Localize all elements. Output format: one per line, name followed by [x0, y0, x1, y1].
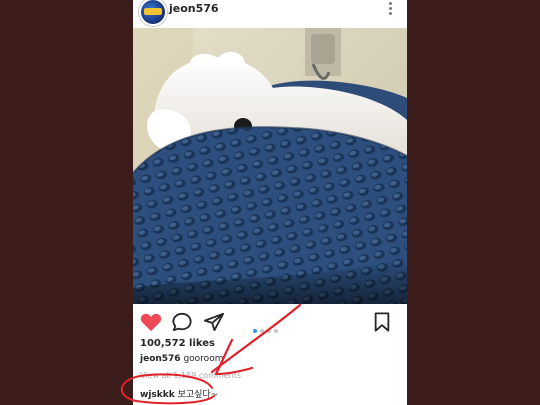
comment-text: 보고싶다~: [177, 390, 219, 400]
avatar-logo: [144, 8, 162, 15]
instagram-post: jeon576 100,572 likes jeon576 gooroom Vi…: [133, 0, 407, 405]
carousel-dot: [260, 328, 264, 333]
caption-username[interactable]: jeon576: [140, 354, 181, 364]
caption-text: gooroom: [183, 354, 224, 364]
comment-username[interactable]: wjskkk: [140, 390, 175, 400]
post-actions: [133, 304, 407, 338]
share-icon[interactable]: [203, 312, 225, 332]
post-photo[interactable]: [133, 28, 407, 304]
carousel-dot: [267, 328, 271, 333]
carousel-dot: [274, 328, 278, 333]
carousel-indicator: [253, 320, 281, 333]
view-comments-link[interactable]: View all 1,159 comments: [140, 371, 241, 380]
avatar[interactable]: [139, 0, 167, 26]
post-header: jeon576: [133, 0, 407, 28]
heart-icon[interactable]: [140, 312, 162, 332]
post-caption: jeon576 gooroom: [140, 354, 223, 364]
comment-icon[interactable]: [171, 312, 193, 332]
bookmark-icon[interactable]: [373, 312, 395, 332]
likes-count[interactable]: 100,572 likes: [140, 338, 215, 349]
more-icon[interactable]: [385, 1, 395, 17]
username[interactable]: jeon576: [169, 2, 219, 15]
carousel-dot: [253, 328, 257, 333]
comment: wjskkk 보고싶다~: [140, 387, 218, 400]
